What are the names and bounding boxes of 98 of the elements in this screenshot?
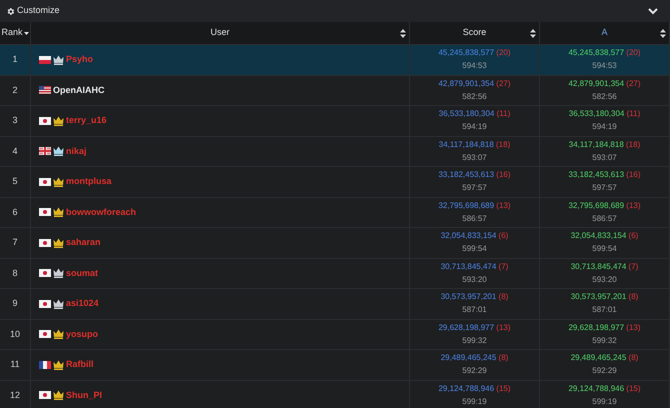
rank-text: 6 <box>12 206 18 218</box>
time-text: 582:56 <box>462 92 487 101</box>
rank-text: 10 <box>10 328 20 340</box>
column-header[interactable]: User <box>31 22 410 44</box>
time-text: 599:19 <box>462 398 487 406</box>
table-row[interactable]: 5 montplusa 33,182,453,613 (16) 597:57 33,182,453,613 (16) 597:57 <box>0 167 670 198</box>
time-text: 587:01 <box>592 306 617 314</box>
table-row[interactable]: 4 nikaj 34,117,184,818 (18) 593:07 34,117,184,818 (18) 593:07 <box>0 136 670 167</box>
column-label: Score <box>462 26 486 40</box>
score-text: 32,795,698,689 (13) <box>568 202 641 210</box>
settings-icon <box>6 6 15 16</box>
time-text: 594:19 <box>592 123 617 132</box>
table-row[interactable]: 7 saharan 32,054,833,154 (6) 599:54 32,054,833,154 (6) 599:54 <box>0 228 670 258</box>
time-text: 582:56 <box>592 92 617 101</box>
user-link[interactable]: soumat <box>66 266 98 280</box>
rank-text: 5 <box>12 175 18 188</box>
customize-button[interactable]: Customize <box>6 4 60 18</box>
column-header[interactable]: Rank <box>0 22 31 44</box>
score-text: 45,245,838,577 (20) <box>438 49 511 58</box>
score-text: 29,628,198,977 (13) <box>568 324 641 332</box>
time-text: 597:57 <box>592 184 617 192</box>
time-text: 593:20 <box>592 276 617 284</box>
time-text: 599:32 <box>462 336 487 345</box>
time-text: 599:54 <box>462 245 487 254</box>
table-row[interactable]: 10 yosupo 29,628,198,977 (13) 599:32 29,628,198,977 (13) 599:32 <box>0 320 670 350</box>
score-text: 36,533,180,304 (11) <box>438 110 510 118</box>
rank-text: 1 <box>12 53 18 66</box>
time-text: 599:32 <box>592 336 617 345</box>
user-link[interactable]: montplusa <box>66 175 112 188</box>
table-row[interactable]: 1 Psyho 45,245,838,577 (20) 594:53 45,245,838,577 (20) 594:53 <box>0 45 670 76</box>
sort-icon[interactable] <box>530 29 536 38</box>
user-link[interactable]: terry_u16 <box>66 114 107 128</box>
score-text: 29,489,465,245 (8) <box>440 354 508 362</box>
column-label: A <box>601 26 608 40</box>
score-text: 32,795,698,689 (13) <box>438 202 511 210</box>
score-text: 29,124,788,946 (15) <box>438 384 511 393</box>
table-row[interactable]: 12 Shun_PI 29,124,788,946 (15) 599:19 29,124,788,946 (15) 599:19 <box>0 380 670 408</box>
user-link[interactable]: yosupo <box>66 328 98 341</box>
score-text: 29,124,788,946 (15) <box>568 384 641 393</box>
time-text: 599:54 <box>592 245 617 254</box>
score-text: 30,713,845,474 (7) <box>570 262 638 271</box>
time-text: 597:57 <box>462 184 487 192</box>
score-text: 33,182,453,613 (16) <box>568 171 641 180</box>
table-row[interactable]: 6 bowwowforeach 32,795,698,689 (13) 586:57 32,795,698,689 (13) 586:57 <box>0 198 670 228</box>
score-text: 42,879,901,354 (27) <box>568 80 641 88</box>
user-link[interactable]: bowwowforeach <box>66 206 136 219</box>
score-text: 29,489,465,245 (8) <box>570 354 638 362</box>
table-row[interactable]: 2 OpenAIAHC 42,879,901,354 (27) 582:56 42,879,901,354 (27) 582:56 <box>0 76 670 106</box>
score-text: 45,245,838,577 (20) <box>568 49 641 58</box>
user-link[interactable]: Rafbill <box>66 358 94 372</box>
user-link[interactable]: asi1024 <box>66 297 99 310</box>
rank-text: 12 <box>10 388 20 402</box>
rank-text: 11 <box>10 358 20 371</box>
user-link[interactable]: saharan <box>66 236 101 250</box>
sort-icon[interactable] <box>400 29 406 38</box>
user-link[interactable]: Shun_PI <box>66 388 102 402</box>
table-row[interactable]: 3 terry_u16 36,533,180,304 (11) 594:19 36,533,180,304 (11) 594:19 <box>0 106 670 136</box>
time-text: 594:53 <box>592 62 617 70</box>
score-text: 32,054,833,154 (6) <box>440 232 508 240</box>
time-text: 587:01 <box>462 306 487 314</box>
score-text: 36,533,180,304 (11) <box>568 110 640 118</box>
table-row[interactable]: 9 asi1024 30,573,957,201 (8) 587:01 30,573,957,201 (8) 587:01 <box>0 289 670 320</box>
rank-text: 2 <box>12 84 18 96</box>
column-label: User <box>210 26 230 40</box>
time-text: 592:29 <box>592 367 617 376</box>
time-text: 599:19 <box>592 398 617 406</box>
rank-text: 4 <box>12 144 18 158</box>
user-link[interactable]: nikaj <box>66 144 87 158</box>
score-text: 30,573,957,201 (8) <box>570 293 638 302</box>
time-text: 586:57 <box>592 214 617 223</box>
user-link[interactable]: OpenAIAHC <box>53 84 104 97</box>
score-text: 34,117,184,818 (18) <box>568 140 640 149</box>
rank-text: 3 <box>12 114 18 127</box>
score-text: 42,879,901,354 (27) <box>438 80 511 88</box>
chevron-down-icon[interactable] <box>648 8 658 14</box>
time-text: 594:53 <box>462 62 487 70</box>
time-text: 594:19 <box>462 123 487 132</box>
sort-down-icon <box>24 32 28 34</box>
column-header[interactable]: A <box>540 22 670 44</box>
table-row[interactable]: 11 Rafbill 29,489,465,245 (8) 592:29 29,489,465,245 (8) 592:29 <box>0 350 670 380</box>
score-text: 34,117,184,818 (18) <box>438 140 510 149</box>
time-text: 592:29 <box>462 367 487 376</box>
table-row[interactable]: 8 soumat 30,713,845,474 (7) 593:20 30,713,845,474 (7) 593:20 <box>0 258 670 289</box>
score-text: 30,573,957,201 (8) <box>440 293 508 302</box>
time-text: 593:07 <box>592 154 617 162</box>
column-header[interactable]: Score <box>410 22 540 44</box>
score-text: 29,628,198,977 (13) <box>438 324 511 332</box>
sort-icon[interactable] <box>660 29 666 38</box>
time-text: 593:20 <box>462 276 487 284</box>
rank-text: 7 <box>12 236 18 249</box>
rank-text: 9 <box>12 297 18 310</box>
time-text: 586:57 <box>462 214 487 223</box>
score-text: 32,054,833,154 (6) <box>570 232 638 240</box>
rank-text: 8 <box>12 266 18 280</box>
score-text: 30,713,845,474 (7) <box>440 262 508 271</box>
time-text: 593:07 <box>462 154 487 162</box>
score-text: 33,182,453,613 (16) <box>438 171 511 180</box>
column-label: Rank <box>1 26 22 40</box>
